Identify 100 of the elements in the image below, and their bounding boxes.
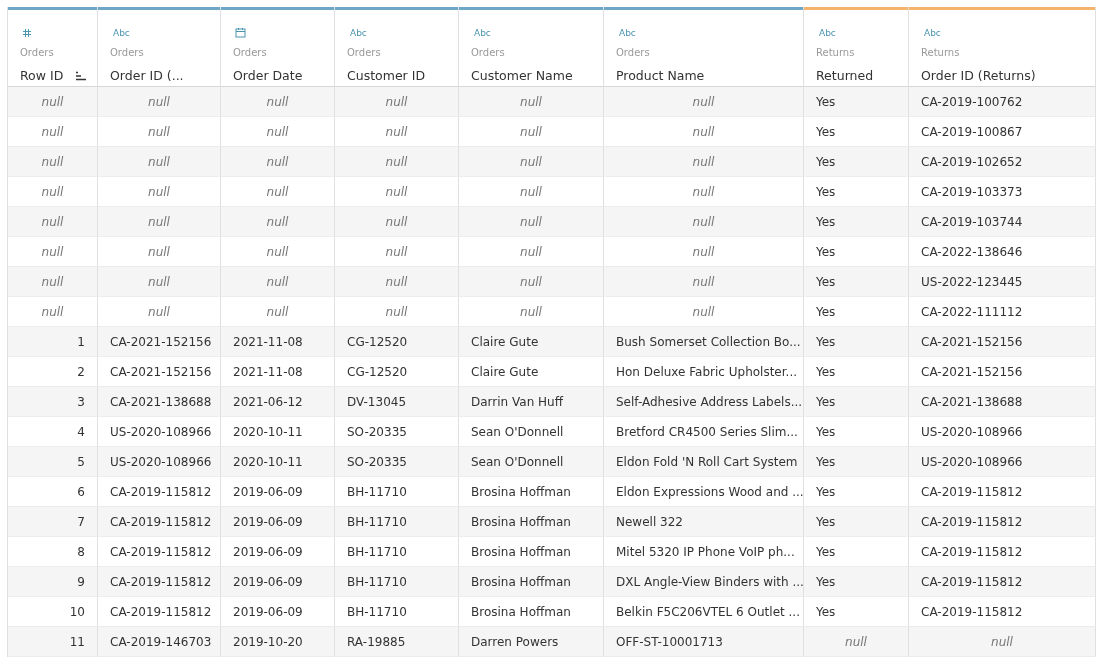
- table-cell: Yes: [804, 447, 909, 477]
- table-cell: Eldon Fold 'N Roll Cart System: [604, 447, 804, 477]
- table-cell: Bush Somerset Collection Bo...: [604, 327, 804, 357]
- source-label: Orders: [20, 47, 54, 58]
- table-cell: Yes: [804, 477, 909, 507]
- table-cell: BH-11710: [335, 537, 459, 567]
- null-cell: null: [335, 237, 459, 267]
- column-title: Returned: [816, 68, 874, 83]
- null-cell: null: [335, 147, 459, 177]
- column-header[interactable]: Abc Returns Order ID (Returns): [909, 7, 1096, 87]
- table-cell: CA-2022-111112: [909, 297, 1096, 327]
- table-cell: CA-2019-103373: [909, 177, 1096, 207]
- null-cell: null: [604, 267, 804, 297]
- table-cell: DXL Angle-View Binders with ...: [604, 567, 804, 597]
- source-label: Orders: [471, 47, 505, 58]
- column-header[interactable]: Abc Orders Product Name: [604, 7, 804, 87]
- null-cell: null: [8, 87, 98, 117]
- table-cell: CA-2019-115812: [98, 507, 221, 537]
- table-cell: CA-2021-152156: [98, 357, 221, 387]
- null-cell: null: [8, 267, 98, 297]
- table-cell: CA-2019-100762: [909, 87, 1096, 117]
- string-type-label[interactable]: Abc: [113, 27, 130, 38]
- null-cell: null: [98, 87, 221, 117]
- table-cell: CA-2019-146703: [98, 627, 221, 657]
- null-cell: null: [221, 117, 335, 147]
- table-cell: Darren Powers: [459, 627, 604, 657]
- null-cell: null: [604, 297, 804, 327]
- table-cell: 10: [8, 597, 98, 627]
- table-cell: 9: [8, 567, 98, 597]
- table-cell: OFF-ST-10001713: [604, 627, 804, 657]
- column-title: Row ID: [20, 68, 64, 83]
- number-type-icon[interactable]: [22, 27, 32, 38]
- table-cell: Yes: [804, 327, 909, 357]
- table-cell: CA-2021-138688: [98, 387, 221, 417]
- null-cell: null: [459, 117, 604, 147]
- source-label: Orders: [616, 47, 650, 58]
- null-cell: null: [459, 207, 604, 237]
- null-cell: null: [459, 297, 604, 327]
- calendar-icon[interactable]: [235, 27, 246, 38]
- string-type-label[interactable]: Abc: [619, 27, 636, 38]
- table-cell: CG-12520: [335, 357, 459, 387]
- table-cell: 4: [8, 417, 98, 447]
- table-cell: Yes: [804, 207, 909, 237]
- table-cell: Yes: [804, 387, 909, 417]
- null-cell: null: [221, 87, 335, 117]
- source-label: Orders: [347, 47, 381, 58]
- table-cell: Brosina Hoffman: [459, 597, 604, 627]
- table-cell: 2019-06-09: [221, 567, 335, 597]
- null-cell: null: [604, 117, 804, 147]
- column-header[interactable]: Orders Row ID: [8, 7, 98, 87]
- table-cell: Brosina Hoffman: [459, 567, 604, 597]
- table-cell: 8: [8, 537, 98, 567]
- column-title: Customer ID: [347, 68, 425, 83]
- table-cell: CA-2019-115812: [909, 507, 1096, 537]
- table-cell: CA-2021-138688: [909, 387, 1096, 417]
- null-cell: null: [459, 177, 604, 207]
- table-cell: Yes: [804, 567, 909, 597]
- table-cell: CA-2021-152156: [909, 357, 1096, 387]
- null-cell: null: [604, 237, 804, 267]
- null-cell: null: [98, 207, 221, 237]
- table-cell: Sean O'Donnell: [459, 417, 604, 447]
- column-header[interactable]: Abc Orders Order ID (...: [98, 7, 221, 87]
- null-cell: null: [221, 207, 335, 237]
- column-header[interactable]: Orders Order Date: [221, 7, 335, 87]
- table-cell: Yes: [804, 297, 909, 327]
- column-header[interactable]: Abc Orders Customer Name: [459, 7, 604, 87]
- null-cell: null: [804, 627, 909, 657]
- source-label: Returns: [816, 47, 855, 58]
- null-cell: null: [335, 267, 459, 297]
- null-cell: null: [335, 87, 459, 117]
- string-type-label[interactable]: Abc: [819, 27, 836, 38]
- table-cell: Yes: [804, 597, 909, 627]
- table-cell: CA-2019-102652: [909, 147, 1096, 177]
- string-type-label[interactable]: Abc: [924, 27, 941, 38]
- source-label: Orders: [233, 47, 267, 58]
- null-cell: null: [221, 237, 335, 267]
- column-title: Order ID (...: [110, 68, 184, 83]
- source-label: Returns: [921, 47, 960, 58]
- table-cell: Claire Gute: [459, 357, 604, 387]
- null-cell: null: [221, 267, 335, 297]
- sort-icon[interactable]: [75, 70, 88, 81]
- column-header[interactable]: Abc Orders Customer ID: [335, 7, 459, 87]
- null-cell: null: [8, 207, 98, 237]
- table-cell: BH-11710: [335, 507, 459, 537]
- null-cell: null: [8, 297, 98, 327]
- table-cell: US-2022-123445: [909, 267, 1096, 297]
- null-cell: null: [98, 177, 221, 207]
- string-type-label[interactable]: Abc: [350, 27, 367, 38]
- column-header[interactable]: Abc Returns Returned: [804, 7, 909, 87]
- null-cell: null: [98, 297, 221, 327]
- table-cell: Belkin F5C206VTEL 6 Outlet ...: [604, 597, 804, 627]
- table-cell: 7: [8, 507, 98, 537]
- null-cell: null: [98, 147, 221, 177]
- table-cell: 1: [8, 327, 98, 357]
- null-cell: null: [909, 627, 1096, 657]
- table-cell: 2021-11-08: [221, 357, 335, 387]
- string-type-label[interactable]: Abc: [474, 27, 491, 38]
- table-cell: CA-2019-115812: [98, 567, 221, 597]
- column-title: Order ID (Returns): [921, 68, 1036, 83]
- source-label: Orders: [110, 47, 144, 58]
